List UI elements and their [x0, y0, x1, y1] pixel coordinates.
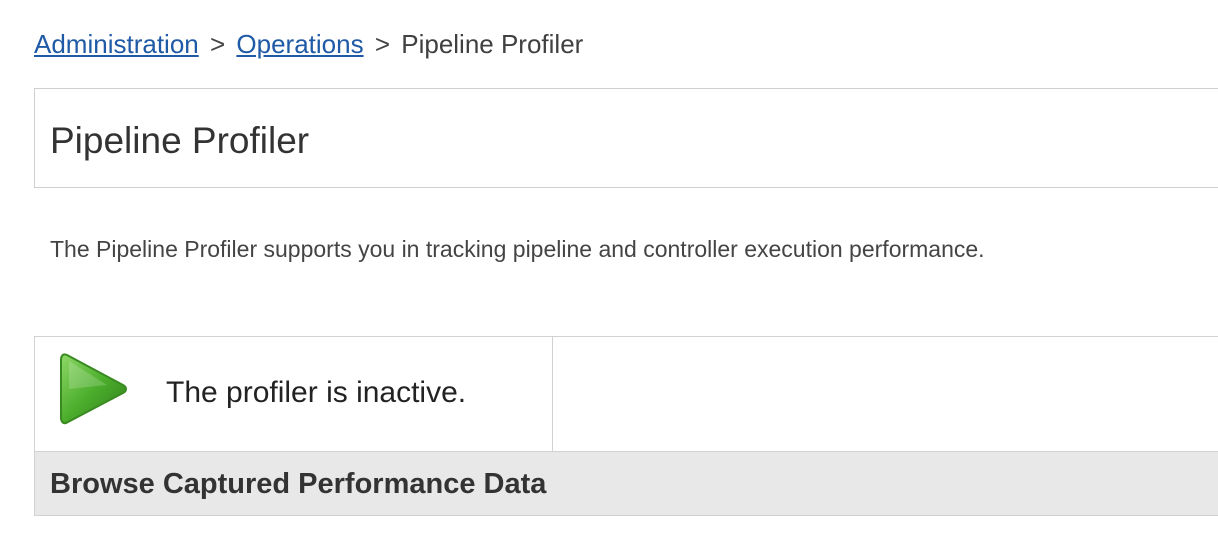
profiler-panel: The profiler is inactive. Browse Capture…: [34, 336, 1218, 516]
play-icon: [60, 353, 127, 425]
breadcrumb-separator: >: [209, 29, 226, 59]
page-title: Pipeline Profiler: [50, 120, 310, 161]
page-description: The Pipeline Profiler supports you in tr…: [50, 236, 985, 262]
page: Administration > Operations > Pipeline P…: [0, 0, 1218, 556]
breadcrumb-separator: >: [374, 29, 390, 59]
page-title-panel: Pipeline Profiler: [34, 88, 1218, 188]
breadcrumb-current: Pipeline Profiler: [401, 29, 584, 59]
browse-data-header: Browse Captured Performance Data: [35, 451, 1218, 515]
breadcrumb-link-operations[interactable]: Operations: [236, 29, 363, 59]
browse-data-heading: Browse Captured Performance Data: [50, 468, 547, 500]
breadcrumb: Administration > Operations > Pipeline P…: [34, 26, 583, 62]
profiler-status-cell: The profiler is inactive.: [35, 337, 553, 451]
start-profiler-button[interactable]: [57, 349, 129, 429]
profiler-status-text: The profiler is inactive.: [166, 376, 467, 409]
breadcrumb-link-administration[interactable]: Administration: [34, 29, 199, 59]
